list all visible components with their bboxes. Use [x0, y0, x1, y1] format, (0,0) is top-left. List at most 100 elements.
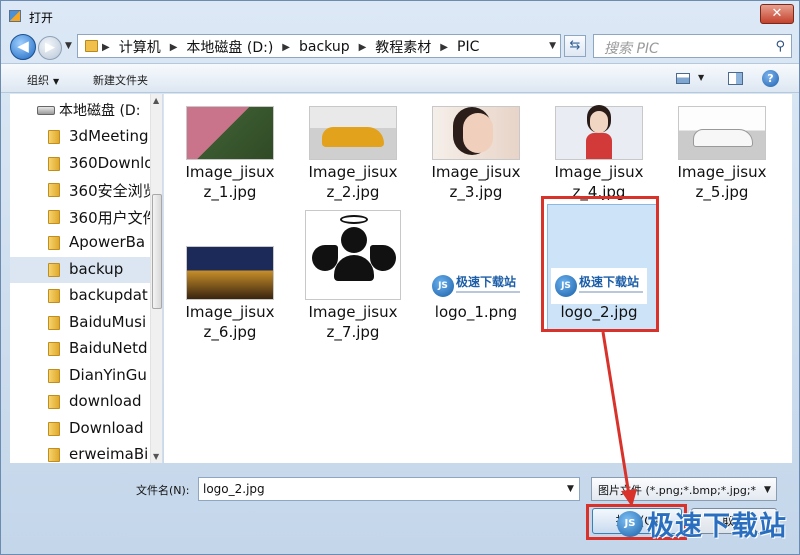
- file-name-cont: z_3.jpg: [449, 183, 503, 201]
- help-icon[interactable]: ?: [762, 70, 779, 87]
- sidebar-item-label: 360用户文件: [69, 208, 158, 227]
- scroll-up-icon[interactable]: ▲: [153, 96, 159, 105]
- file-name: Image_jisux: [185, 163, 275, 181]
- image-thumbnail: [186, 246, 274, 300]
- highlight-box-selected-file: [541, 196, 659, 332]
- sidebar-item-folder[interactable]: 360用户文件: [10, 204, 158, 230]
- back-button[interactable]: ◀: [10, 34, 36, 60]
- app-icon: [9, 10, 21, 22]
- address-bar[interactable]: ▶ 计算机 ▶ 本地磁盘 (D:) ▶ backup ▶ 教程素材 ▶ PIC …: [77, 34, 561, 58]
- sidebar-item-folder[interactable]: 360安全浏览: [10, 177, 158, 203]
- sidebar-item-label: ApowerBa: [69, 233, 146, 251]
- address-dropdown-icon[interactable]: ▼: [549, 41, 556, 51]
- history-dropdown-icon[interactable]: ▼: [65, 41, 72, 51]
- folder-icon: [48, 183, 60, 197]
- logo-thumbnail: JS 极速下载站: [428, 268, 524, 304]
- folder-icon: [48, 156, 60, 171]
- file-name-cont: z_5.jpg: [695, 183, 749, 201]
- organize-label: 组织: [27, 74, 49, 87]
- sidebar-scrollbar[interactable]: ▲ ▼: [150, 94, 162, 463]
- title-bar: 打开 ✕: [1, 1, 799, 31]
- search-icon[interactable]: ⚲: [775, 39, 785, 54]
- image-thumbnail: [309, 106, 397, 160]
- folder-icon: [48, 130, 60, 144]
- sidebar-item-folder[interactable]: backup: [10, 256, 150, 283]
- organize-menu[interactable]: 组织 ▼: [27, 72, 59, 88]
- sidebar-item-label: 360安全浏览: [69, 182, 158, 200]
- view-mode-icon[interactable]: [676, 73, 690, 84]
- filename-dropdown-icon[interactable]: ▼: [567, 484, 574, 494]
- search-input[interactable]: 搜索 PIC ⚲: [593, 34, 792, 58]
- folder-icon: [48, 289, 60, 303]
- image-thumbnail: [678, 106, 766, 160]
- logo-badge: JS: [432, 275, 454, 297]
- close-button[interactable]: ✕: [760, 4, 794, 24]
- preview-pane-icon[interactable]: [728, 72, 743, 85]
- sidebar-item-label: backup: [69, 259, 124, 278]
- sidebar-item-folder[interactable]: BaiduMusi: [10, 310, 150, 336]
- file-name: Image_jisux: [677, 163, 767, 181]
- sidebar-item-label: 本地磁盘 (D:: [59, 103, 141, 119]
- scroll-down-icon[interactable]: ▼: [153, 452, 159, 461]
- sidebar-item-label: 360Downlo: [69, 153, 154, 172]
- file-name: Image_jisux: [554, 163, 644, 181]
- sidebar-item-folder[interactable]: 3dMeeting: [10, 124, 150, 150]
- file-name: Image_jisux: [308, 163, 398, 181]
- drive-icon: [37, 106, 55, 115]
- folder-icon: [48, 209, 60, 224]
- forward-button[interactable]: ▶: [38, 36, 62, 60]
- logo-text: 极速下载站: [456, 275, 517, 289]
- chevron-right-icon[interactable]: ▶: [359, 42, 367, 53]
- command-bar: 组织 ▼ 新建文件夹 ▼ ?: [1, 63, 799, 93]
- folder-icon: [48, 262, 60, 277]
- sidebar-item-folder[interactable]: BaiduNetd: [10, 336, 150, 362]
- new-folder-button[interactable]: 新建文件夹: [93, 72, 148, 88]
- breadcrumb-tutorial-materials[interactable]: 教程素材: [375, 37, 431, 57]
- navigation-pane: 本地磁盘 (D: 3dMeeting 360Downlo 360安全浏览 360用户文…: [10, 94, 163, 463]
- file-name: Image_jisux: [308, 303, 398, 321]
- sidebar-item-folder[interactable]: backupdat: [10, 283, 150, 309]
- view-dropdown-icon[interactable]: ▼: [698, 73, 704, 82]
- file-list: Image_jisux z_1.jpg Image_jisux z_2.jpg …: [164, 94, 792, 463]
- folder-icon: [48, 421, 60, 436]
- breadcrumb-backup[interactable]: backup: [299, 39, 350, 55]
- sidebar-item-folder[interactable]: download: [10, 389, 150, 415]
- chevron-right-icon[interactable]: ▶: [102, 42, 110, 53]
- sidebar-item-label: backupdat: [69, 286, 148, 304]
- sidebar-item-drive-d[interactable]: 本地磁盘 (D:: [10, 98, 150, 124]
- folder-icon: [48, 236, 60, 250]
- folder-icon: [48, 342, 60, 356]
- folder-icon: [48, 448, 60, 462]
- navigation-bar: ◀ ▶ ▼ ▶ 计算机 ▶ 本地磁盘 (D:) ▶ backup ▶ 教程素材 …: [1, 31, 799, 61]
- sidebar-item-folder[interactable]: DianYinGu: [10, 363, 150, 389]
- chevron-right-icon[interactable]: ▶: [170, 42, 178, 53]
- file-name: Image_jisux: [185, 303, 275, 321]
- chevron-right-icon[interactable]: ▶: [440, 42, 448, 53]
- sidebar-item-folder[interactable]: 360Downlo: [10, 151, 154, 177]
- image-thumbnail: [186, 106, 274, 160]
- file-name-cont: z_7.jpg: [326, 323, 380, 341]
- sidebar-item-folder[interactable]: erweimaBi: [10, 442, 150, 463]
- refresh-button[interactable]: ⇆: [564, 35, 586, 57]
- breadcrumb-pic[interactable]: PIC: [457, 39, 479, 55]
- folder-icon: [85, 40, 98, 52]
- filetype-dropdown-icon[interactable]: ▼: [764, 485, 771, 495]
- sidebar-item-label: DianYinGu: [69, 365, 147, 384]
- file-name: logo_1.png: [434, 303, 518, 321]
- sidebar-item-folder[interactable]: ApowerBa: [10, 230, 150, 256]
- sidebar-item-folder[interactable]: Download: [10, 416, 150, 442]
- breadcrumb-drive-d[interactable]: 本地磁盘 (D:): [186, 37, 273, 57]
- chevron-right-icon[interactable]: ▶: [282, 42, 290, 53]
- scrollbar-thumb[interactable]: [152, 194, 162, 309]
- folder-icon: [48, 315, 60, 330]
- filetype-select[interactable]: 图片文件 (*.png;*.bmp;*.jpg;*: [591, 477, 777, 501]
- filename-input[interactable]: logo_2.jpg: [198, 477, 580, 501]
- sidebar-item-label: download: [69, 392, 142, 410]
- halo-icon: [340, 215, 368, 224]
- folder-icon: [48, 368, 60, 383]
- file-name: Image_jisux: [431, 163, 521, 181]
- file-name-cont: z_6.jpg: [203, 323, 257, 341]
- sidebar-item-label: BaiduNetd: [69, 339, 148, 357]
- breadcrumb-computer[interactable]: 计算机: [119, 37, 161, 57]
- file-name-cont: z_1.jpg: [203, 183, 257, 201]
